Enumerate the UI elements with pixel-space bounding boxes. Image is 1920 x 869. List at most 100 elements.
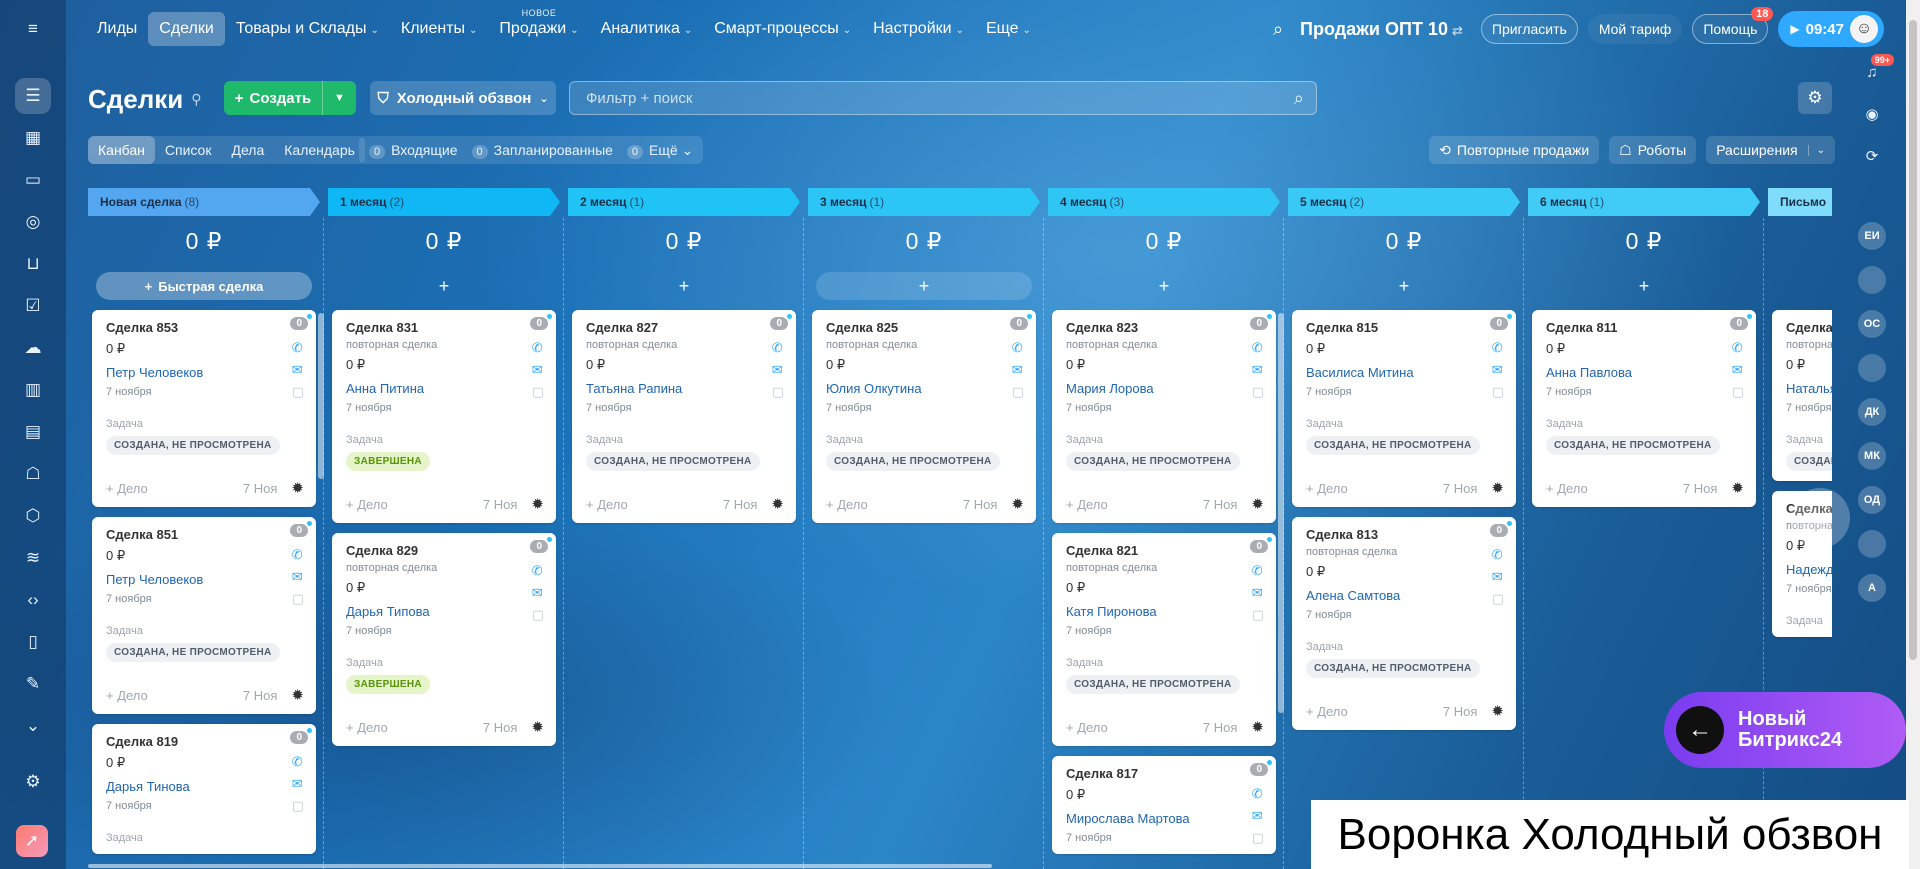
box-icon[interactable]: ⬡ <box>21 504 45 528</box>
chat-icon[interactable]: ▢ <box>1252 384 1264 400</box>
phone-icon[interactable]: ✆ <box>1732 340 1744 356</box>
add-activity-button[interactable]: + Дело <box>106 688 148 703</box>
mail-icon[interactable]: ✉ <box>1252 362 1264 378</box>
add-activity-button[interactable]: + Дело <box>586 497 628 512</box>
chat-avatar[interactable]: ДК <box>1858 398 1886 426</box>
deal-title[interactable]: Сделка 825 <box>826 320 1024 335</box>
chat-icon[interactable]: ◉ <box>1858 100 1886 128</box>
phone-icon[interactable]: ✆ <box>292 754 304 770</box>
mail-icon[interactable]: ✉ <box>292 362 304 378</box>
add-deal-button[interactable]: + <box>1296 272 1512 300</box>
deal-card[interactable]: Сделка 821 повторная сделка 0 ₽ Катя Пироно… <box>1052 533 1276 746</box>
search-icon[interactable]: ⌕ <box>1266 17 1290 41</box>
client-link[interactable]: Мирослава Мартова <box>1066 811 1264 826</box>
client-link[interactable]: Наталья <box>1786 381 1832 396</box>
deal-title[interactable]: Сделка 821 <box>1066 543 1264 558</box>
chat-avatar[interactable] <box>1858 354 1886 382</box>
add-activity-button[interactable]: + Дело <box>106 481 148 496</box>
kanban-settings-button[interactable]: ⚙ <box>1798 82 1832 114</box>
chat-icon[interactable]: ▢ <box>292 384 304 400</box>
client-link[interactable]: Алена Самтова <box>1306 588 1504 603</box>
funnel-selector[interactable]: ⛉ Холодный обзвон ⌄ <box>370 81 556 115</box>
chat-avatar[interactable] <box>1858 266 1886 294</box>
contacts-icon[interactable]: ▤ <box>21 420 45 444</box>
chat-icon[interactable]: ▢ <box>1732 384 1744 400</box>
chat-avatar[interactable]: МК <box>1858 442 1886 470</box>
mail-icon[interactable]: ✉ <box>1732 362 1744 378</box>
user-avatar[interactable]: ☺ <box>1850 15 1878 43</box>
column-header[interactable]: Новая сделка (8) <box>88 188 320 216</box>
add-activity-button[interactable]: + Дело <box>1546 481 1588 496</box>
deal-title[interactable]: Сделка 823 <box>1066 320 1264 335</box>
column-header[interactable]: 2 месяц (1) <box>568 188 800 216</box>
cart-icon[interactable]: ⊔ <box>21 252 45 276</box>
phone-icon[interactable]: ✆ <box>292 340 304 356</box>
deal-title[interactable]: Сделка 831 <box>346 320 544 335</box>
chat-avatar[interactable]: ОС <box>1858 310 1886 338</box>
column-scrollbar[interactable] <box>318 313 324 479</box>
new-bitrix-promo[interactable]: ← Новый Битрикс24 <box>1664 692 1906 768</box>
add-deal-button[interactable]: + <box>1056 272 1272 300</box>
phone-icon[interactable]: ✆ <box>1252 563 1264 579</box>
portal-name[interactable]: Продажи ОПТ 10 ⇄ <box>1300 19 1463 40</box>
phone-icon[interactable]: ✆ <box>1012 340 1024 356</box>
responsible-avatar-icon[interactable]: ✹ <box>1251 718 1264 736</box>
counter-planned[interactable]: 0 Запланированные <box>471 142 613 159</box>
chat-avatar[interactable] <box>1858 530 1886 558</box>
client-link[interactable]: Надежда <box>1786 562 1832 577</box>
chat-avatar[interactable]: А <box>1858 574 1886 602</box>
create-button[interactable]: + Создать ▼ <box>224 81 356 115</box>
deal-card[interactable]: Сделка 831 повторная сделка 0 ₽ Анна Питина… <box>332 310 556 523</box>
deal-card[interactable]: Сделка 829 повторная сделка 0 ₽ Дарья Типов… <box>332 533 556 746</box>
deal-title[interactable]: Сделка 811 <box>1546 320 1744 335</box>
nav-analytics[interactable]: Аналитика ⌄ <box>590 12 704 46</box>
phone-icon[interactable]: ✆ <box>1252 786 1264 802</box>
settings-icon[interactable]: ⚙ <box>21 770 45 794</box>
mail-icon[interactable]: ✉ <box>292 569 304 585</box>
add-activity-button[interactable]: + Дело <box>346 497 388 512</box>
add-deal-button[interactable]: + <box>816 272 1032 300</box>
create-dropdown[interactable]: ▼ <box>322 81 356 115</box>
chat-icon[interactable]: ▢ <box>1252 607 1264 623</box>
client-link[interactable]: Анна Павлова <box>1546 365 1744 380</box>
chat-avatar[interactable]: ОД <box>1858 486 1886 514</box>
add-activity-button[interactable]: + Дело <box>346 720 388 735</box>
chat-icon[interactable]: ▢ <box>1492 384 1504 400</box>
menu-icon[interactable]: ≡ <box>21 17 45 41</box>
chevron-down-icon[interactable]: ⌄ <box>21 714 45 738</box>
client-link[interactable]: Василиса Митина <box>1306 365 1504 380</box>
filter-search[interactable]: ⌕ <box>569 81 1317 115</box>
column-header[interactable]: 6 месяц (1) <box>1528 188 1760 216</box>
mail-icon[interactable]: ✉ <box>532 585 544 601</box>
responsible-avatar-icon[interactable]: ✹ <box>1011 495 1024 513</box>
tasks-icon[interactable]: ☑ <box>21 294 45 318</box>
column-header[interactable]: 5 месяц (2) <box>1288 188 1520 216</box>
cloud-icon[interactable]: ☁ <box>21 336 45 360</box>
responsible-avatar-icon[interactable]: ✹ <box>1251 495 1264 513</box>
repeat-sales-button[interactable]: ⟲ Повторные продажи <box>1429 136 1600 164</box>
create-main[interactable]: + Создать <box>224 90 322 107</box>
search-input[interactable] <box>586 89 1294 107</box>
scroll-right-arrow[interactable]: › <box>1790 488 1850 548</box>
add-deal-button[interactable]: + <box>336 272 552 300</box>
mail-icon[interactable]: ✉ <box>1492 569 1504 585</box>
chat-icon[interactable]: ▢ <box>532 384 544 400</box>
deal-title[interactable]: Сделка 817 <box>1066 766 1264 781</box>
column-header[interactable]: 3 месяц (1) <box>808 188 1040 216</box>
deal-card[interactable]: Сделка повторная сделка 0 ₽ Наталья 7 ноября… <box>1772 310 1832 481</box>
sign-icon[interactable]: ✎ <box>21 672 45 696</box>
documents-icon[interactable]: ▯ <box>21 630 45 654</box>
pin-icon[interactable]: ⚲ <box>191 91 201 108</box>
chat-avatar[interactable]: ЕИ <box>1858 222 1886 250</box>
column-scrollbar[interactable] <box>1278 313 1284 713</box>
invite-button[interactable]: Пригласить <box>1480 14 1578 44</box>
deal-card[interactable]: Сделка 815 0 ₽ Василиса Митина 7 ноября Зада… <box>1292 310 1516 507</box>
search-icon[interactable]: ⌕ <box>1294 88 1304 109</box>
responsible-avatar-icon[interactable]: ✹ <box>1491 479 1504 497</box>
add-activity-button[interactable]: + Дело <box>1066 497 1108 512</box>
mail-icon[interactable]: ✉ <box>772 362 784 378</box>
analytics-icon[interactable]: ▥ <box>21 378 45 402</box>
nav-leads[interactable]: Лиды <box>86 12 148 46</box>
column-header[interactable]: 1 месяц (2) <box>328 188 560 216</box>
column-header[interactable]: Письмо <box>1768 188 1832 216</box>
